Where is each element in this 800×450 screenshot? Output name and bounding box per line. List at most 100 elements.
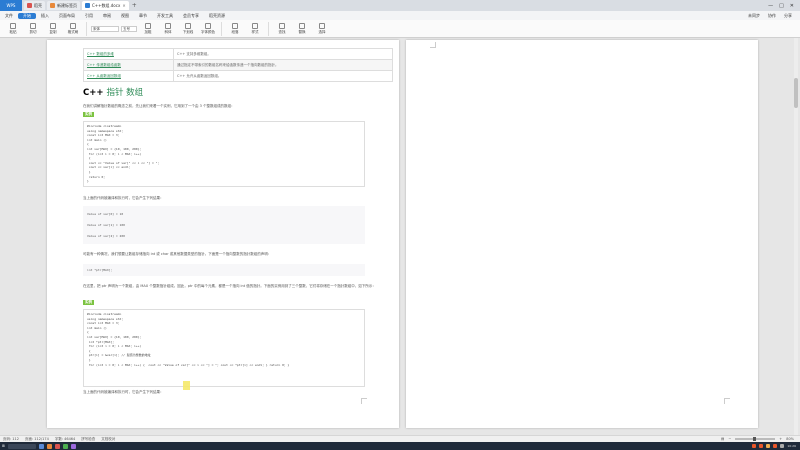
menu-item-active[interactable]: 开始 (18, 12, 36, 19)
menu-item[interactable]: 页面布局 (54, 13, 80, 19)
ribbon-menu: 文件 开始 插入 页面布局 引用 审阅 视图 章节 开发工具 会员专享 稻壳资源… (0, 11, 800, 20)
tray-icon[interactable] (773, 444, 778, 448)
brush-icon (70, 22, 76, 29)
zoom-level[interactable]: 80% (786, 437, 794, 441)
bold-button[interactable]: 加粗 (139, 22, 157, 35)
status-spellcheck[interactable]: 拼写检查 (81, 437, 95, 442)
maximize-button[interactable]: □ (779, 3, 784, 9)
format-painter-button[interactable]: 格式刷 (64, 22, 82, 35)
doc-tab[interactable]: 稻壳 (24, 1, 45, 10)
menu-item[interactable]: 章节 (134, 13, 152, 19)
close-icon[interactable]: ✕ (122, 3, 125, 8)
output-block: Value of var[0] = 10 Value of var[1] = 1… (83, 206, 365, 244)
menu-item[interactable]: 视图 (116, 13, 134, 19)
add-tab-button[interactable]: + (132, 2, 137, 9)
zoom-slider[interactable] (735, 437, 776, 441)
collab-button[interactable]: 协作 (768, 13, 776, 19)
paragraph-icon (232, 22, 238, 29)
font-color-icon (205, 22, 211, 29)
table-link[interactable]: C++ 传递数组给函数 (87, 63, 121, 67)
minimize-button[interactable]: — (768, 3, 773, 9)
zoom-in-button[interactable]: + (779, 437, 782, 441)
status-words[interactable]: 字数: 46464 (55, 437, 75, 442)
menu-item[interactable]: 插入 (36, 13, 54, 19)
find-button[interactable]: 查找 (273, 22, 291, 35)
menu-item[interactable]: 审阅 (98, 13, 116, 19)
document-page[interactable] (406, 40, 758, 428)
cut-icon (30, 22, 36, 29)
copy-icon (50, 22, 56, 29)
styles-icon (252, 22, 258, 29)
font-color-button[interactable]: 字体颜色 (199, 22, 217, 35)
doc-tab[interactable]: 新建标签页 (47, 1, 80, 10)
replace-icon (299, 22, 305, 29)
table-link[interactable]: C++ 从函数返回数组 (87, 74, 121, 78)
table-cell: C++ 从函数返回数组 (83, 70, 174, 82)
tray-icon[interactable] (752, 444, 757, 448)
paste-button[interactable]: 粘贴 (4, 22, 22, 35)
heading-en: C++ (83, 88, 107, 98)
taskbar-clock[interactable]: 10:26 (787, 444, 796, 448)
page-margin-corner (430, 42, 436, 48)
zoom-out-button[interactable]: − (728, 437, 731, 441)
text-cursor-highlight (183, 381, 190, 390)
copy-button[interactable]: 复制 (44, 22, 62, 35)
styles-button[interactable]: 样式 (246, 22, 264, 35)
table-link[interactable]: C++ 数组的多维 (87, 52, 114, 56)
menu-item[interactable]: 文件 (0, 13, 18, 19)
app-icon[interactable] (54, 443, 60, 449)
close-window-button[interactable]: ✕ (790, 3, 794, 9)
vertical-scrollbar[interactable] (794, 38, 798, 438)
document-page[interactable]: C++ 数组的多维 C++ 支持多维数组。 C++ 传递数组给函数 通过指定不带… (47, 40, 399, 428)
code-block: #include <iostream> using namespace std;… (83, 121, 365, 187)
app-home-button[interactable]: WPS (0, 0, 22, 11)
underline-button[interactable]: 下划线 (179, 22, 197, 35)
replace-button[interactable]: 替换 (293, 22, 311, 35)
explain2-paragraph: 在这里，把 ptr 声明为一个数组，由 MAX 个整数指针组成。因此，ptr 中… (83, 284, 376, 288)
scrollbar-thumb[interactable] (794, 78, 798, 108)
share-button[interactable]: 分享 (784, 13, 792, 19)
app-icon[interactable] (62, 443, 68, 449)
tray-icon[interactable] (766, 444, 771, 448)
menu-item[interactable]: 稻壳资源 (204, 13, 230, 19)
menu-item[interactable]: 引用 (80, 13, 98, 19)
ribbon-toolbar: 粘贴 剪切 复制 格式刷 宋体 五号 加粗 斜体 下划线 字体颜色 段落 样式 … (0, 20, 800, 38)
view-mode-icon[interactable]: ▤ (721, 437, 724, 441)
tb-label: 剪切 (29, 29, 37, 34)
tb-label: 段落 (231, 29, 239, 34)
tray-icon[interactable] (759, 444, 764, 448)
tray-icon[interactable] (780, 444, 785, 448)
underline-icon (185, 22, 191, 29)
tb-label: 格式刷 (67, 29, 79, 34)
paragraph-button[interactable]: 段落 (226, 22, 244, 35)
taskbar-search[interactable] (7, 443, 36, 449)
sync-status[interactable]: 未同步 (748, 13, 760, 19)
status-proofread[interactable]: 文档校对 (101, 437, 115, 442)
italic-icon (165, 22, 171, 29)
table-cell: C++ 允许从函数返回数组。 (173, 70, 393, 82)
status-page: 页码: 112 (3, 436, 19, 441)
tb-label: 复制 (49, 29, 57, 34)
doc-tab-active[interactable]: C++数组.docx ✕ (82, 1, 129, 10)
title-tab-bar: WPS 稻壳 新建标签页 C++数组.docx ✕ + — □ ✕ (0, 0, 800, 11)
menu-item[interactable]: 开发工具 (152, 13, 178, 19)
start-icon[interactable]: ⊞ (2, 444, 5, 448)
tab-label: 稻壳 (34, 2, 42, 8)
table-cell: C++ 支持多维数组。 (173, 48, 393, 60)
table-row: C++ 从函数返回数组 C++ 允许从函数返回数组。 (83, 70, 393, 82)
font-size-select[interactable]: 五号 (121, 25, 137, 32)
bold-icon (145, 22, 151, 29)
table-row: C++ 数组的多维 C++ 支持多维数组。 (83, 48, 393, 60)
doc-icon (50, 3, 55, 8)
cut-button[interactable]: 剪切 (24, 22, 42, 35)
font-family-select[interactable]: 宋体 (91, 25, 119, 32)
menu-item[interactable]: 会员专享 (178, 13, 204, 19)
italic-button[interactable]: 斜体 (159, 22, 177, 35)
select-button[interactable]: 选择 (313, 22, 331, 35)
menu-right-group: 未同步 协作 分享 (748, 13, 800, 19)
app-icon[interactable] (38, 443, 44, 449)
app-icon[interactable] (70, 443, 76, 449)
function-table: C++ 数组的多维 C++ 支持多维数组。 C++ 传递数组给函数 通过指定不带… (83, 48, 393, 82)
app-icon[interactable] (46, 443, 52, 449)
zoom-knob[interactable] (753, 437, 757, 441)
